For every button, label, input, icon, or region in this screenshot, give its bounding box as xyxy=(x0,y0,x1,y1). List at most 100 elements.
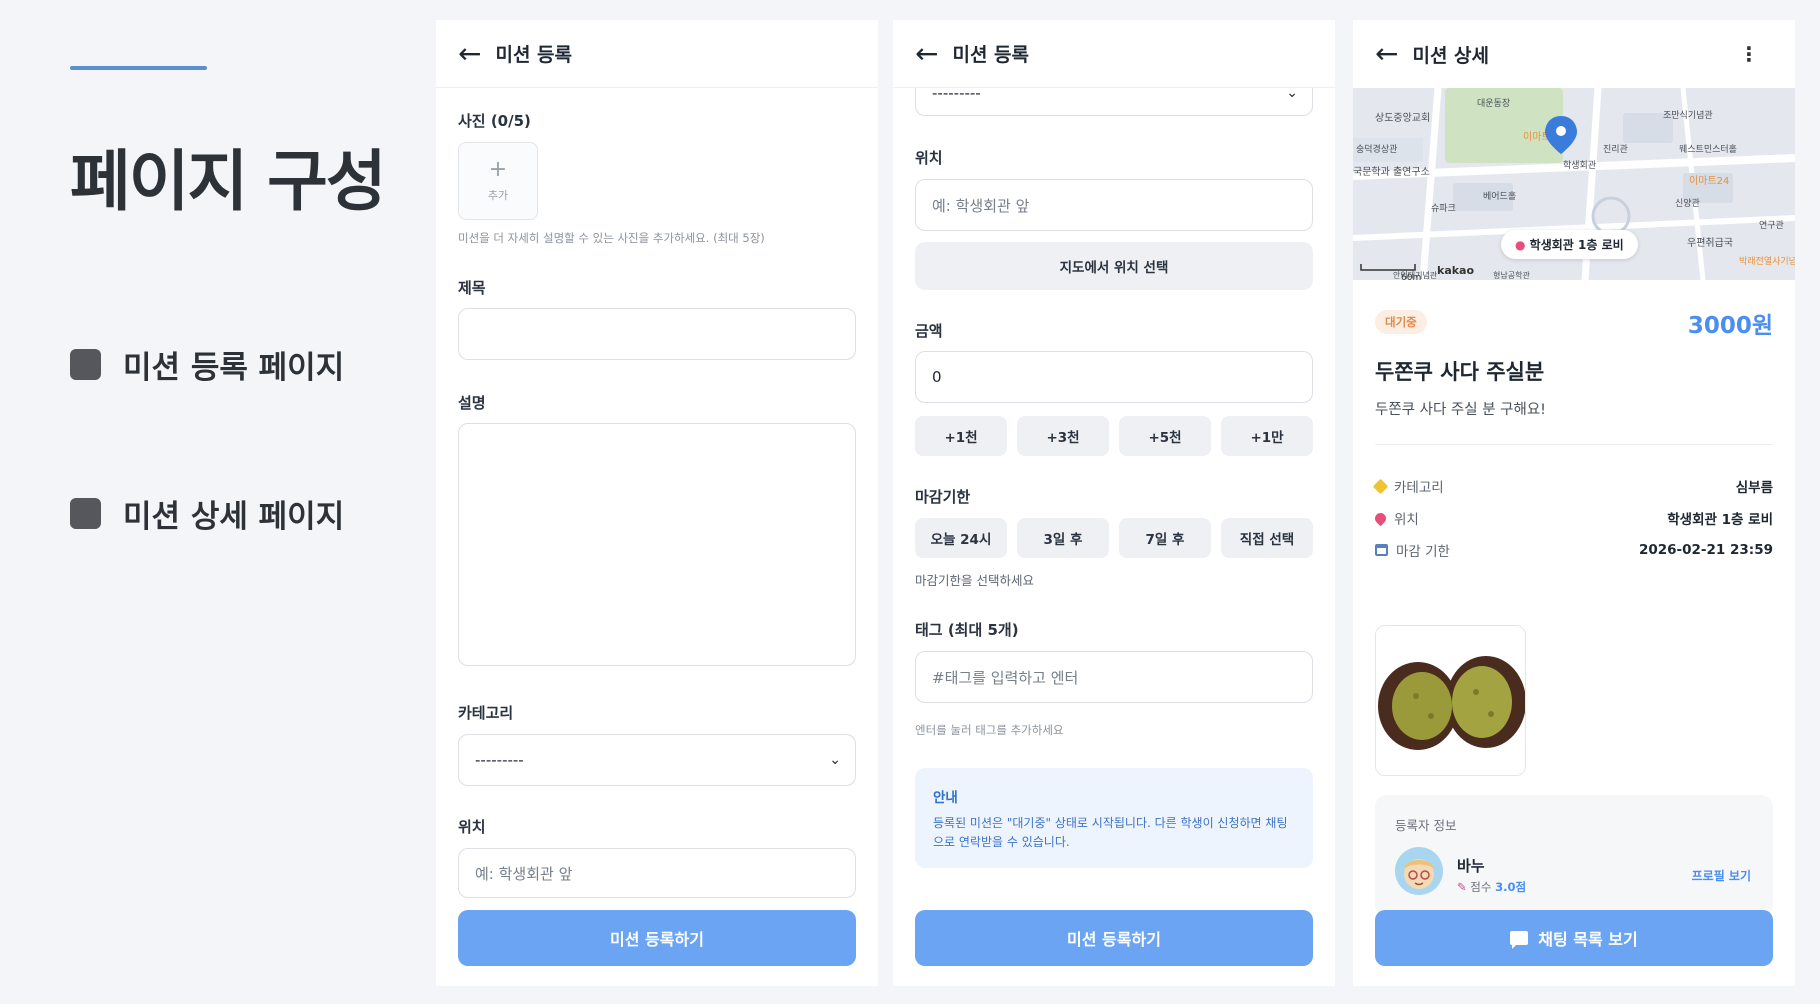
register-screen-top: ← 미션 등록 사진 (0/5) + 추가 미션을 더 자세히 설명할 수 있는… xyxy=(436,20,878,986)
accent-line xyxy=(70,66,207,70)
map-label: 슈파크 xyxy=(1431,203,1456,214)
bullet-square-icon xyxy=(70,498,101,529)
amount-chip-row: +1천 +3천 +5천 +1만 xyxy=(915,416,1313,456)
author-heading: 등록자 정보 xyxy=(1395,818,1457,833)
amount-chip[interactable]: +1천 xyxy=(915,416,1007,456)
view-chat-list-label: 채팅 목록 보기 xyxy=(1538,930,1638,949)
page-title: 미션 등록 xyxy=(952,44,1030,66)
author-score: ✎ 점수 3.0점 xyxy=(1457,879,1526,895)
avatar[interactable] xyxy=(1395,847,1443,895)
amount-chip[interactable]: +3천 xyxy=(1017,416,1109,456)
mission-photo-thumbnail[interactable] xyxy=(1375,625,1526,776)
notice-title: 안내 xyxy=(933,790,958,806)
bullet-register-page: 미션 등록 페이지 xyxy=(70,342,344,387)
tags-input[interactable]: #태그를 입력하고 엔터 xyxy=(915,651,1313,703)
location-map[interactable]: 상도중앙교회 대운동장 조만식기념관 숭덕경상관 이마트 진리관 웨스트민스터홀… xyxy=(1353,88,1795,280)
location-input[interactable]: 예: 학생회관 앞 xyxy=(915,179,1313,231)
plus-icon: + xyxy=(488,157,508,182)
location-pin-icon: ● xyxy=(1515,238,1526,252)
mission-title: 두쫀쿠 사다 주실분 xyxy=(1375,360,1545,384)
location-pin-icon xyxy=(1372,510,1389,526)
back-arrow-icon[interactable]: ← xyxy=(915,39,938,68)
info-value: 학생회관 1층 로비 xyxy=(1667,512,1773,528)
submit-mission-button[interactable]: 미션 등록하기 xyxy=(458,910,856,966)
page-title: 미션 상세 xyxy=(1412,44,1490,67)
app-header: ← 미션 상세 ⋮ xyxy=(1353,20,1795,88)
deadline-chip[interactable]: 직접 선택 xyxy=(1221,518,1313,558)
map-label: 웨스트민스터홀 xyxy=(1679,143,1737,155)
info-key: 마감 기한 xyxy=(1396,544,1450,560)
title-input[interactable] xyxy=(458,308,856,360)
score-pencil-icon: ✎ xyxy=(1457,880,1467,894)
mission-description: 두쫀쿠 사다 주실 분 구해요! xyxy=(1375,402,1546,418)
select-on-map-button[interactable]: 지도에서 위치 선택 xyxy=(915,242,1313,290)
amount-chip[interactable]: +5천 xyxy=(1119,416,1211,456)
title-label: 제목 xyxy=(458,279,486,297)
map-brand-logo: kakao xyxy=(1437,264,1474,277)
map-label: 국문학과 출연구소 xyxy=(1353,166,1430,178)
author-info-card: 등록자 정보 바누 ✎ 점수 3.0점 프로필 보기 xyxy=(1375,795,1773,917)
notice-body: 등록된 미션은 "대기중" 상태로 시작됩니다. 다른 학생이 신청하면 채팅으… xyxy=(933,816,1288,849)
app-header: ← 미션 등록 xyxy=(893,20,1335,88)
photo-label: 사진 (0/5) xyxy=(458,112,531,130)
mission-price: 3000원 xyxy=(1687,313,1773,339)
app-header: ← 미션 등록 xyxy=(436,20,878,88)
map-label: 형남공학관 xyxy=(1493,270,1530,280)
slide-title: 페이지 구성 xyxy=(70,143,387,220)
map-label: 연구관 xyxy=(1759,220,1784,231)
add-photo-label: 추가 xyxy=(487,189,509,202)
map-scale-label: 60m xyxy=(1401,273,1421,280)
tags-helper-text: 엔터를 눌러 태그를 추가하세요 xyxy=(915,723,1064,737)
view-profile-link[interactable]: 프로필 보기 xyxy=(1692,867,1751,884)
map-label: 베어드홀 xyxy=(1483,190,1516,202)
map-label: 박래전열사기념비 xyxy=(1739,256,1795,267)
view-chat-list-button[interactable]: 채팅 목록 보기 xyxy=(1375,910,1773,966)
category-label: 카테고리 xyxy=(458,704,514,722)
map-label: 우편취급국 xyxy=(1687,237,1733,249)
register-screen-bottom: --------- ⌄ ← 미션 등록 위치 예: 학생회관 앞 지도에서 위치… xyxy=(893,20,1335,986)
deadline-chip[interactable]: 3일 후 xyxy=(1017,518,1109,558)
author-name: 바누 xyxy=(1457,857,1485,875)
submit-mission-button[interactable]: 미션 등록하기 xyxy=(915,910,1313,966)
amount-chip[interactable]: +1만 xyxy=(1221,416,1313,456)
location-label: 위치 xyxy=(915,149,943,167)
description-textarea[interactable] xyxy=(458,423,856,666)
back-arrow-icon[interactable]: ← xyxy=(1375,40,1398,68)
bullet-detail-page: 미션 상세 페이지 xyxy=(70,491,344,536)
info-key: 카테고리 xyxy=(1394,480,1444,496)
category-select-value: --------- xyxy=(475,751,524,769)
map-callout: ● 학생회관 1층 로비 xyxy=(1501,230,1638,259)
tags-label: 태그 (최대 5개) xyxy=(915,621,1019,639)
calendar-icon xyxy=(1375,544,1388,556)
bullet-label: 미션 상세 페이지 xyxy=(123,499,345,535)
chat-icon xyxy=(1510,931,1529,949)
back-arrow-icon[interactable]: ← xyxy=(458,39,481,68)
photo-helper-text: 미션을 더 자세히 설명할 수 있는 사진을 추가하세요. (최대 5장) xyxy=(458,231,765,245)
avatar-image xyxy=(1395,847,1443,895)
page-title: 미션 등록 xyxy=(495,44,573,66)
add-photo-button[interactable]: + 추가 xyxy=(458,142,538,220)
map-label: 상도중앙교회 xyxy=(1375,112,1430,124)
map-label: 조만식기념관 xyxy=(1663,110,1713,121)
more-options-icon[interactable]: ⋮ xyxy=(1739,42,1759,66)
description-label: 설명 xyxy=(458,394,486,412)
mission-detail-screen: ← 미션 상세 ⋮ 상도중앙교회 대운동장 조만식기념관 숭덕경상관 이마트 진… xyxy=(1353,20,1795,986)
tag-icon xyxy=(1372,478,1389,494)
info-key: 위치 xyxy=(1394,512,1419,528)
map-label: 이마트24 xyxy=(1689,175,1729,187)
author-score-value: 3.0점 xyxy=(1495,880,1527,894)
bullet-square-icon xyxy=(70,349,101,380)
amount-input[interactable]: 0 xyxy=(915,351,1313,403)
location-input[interactable]: 예: 학생회관 앞 xyxy=(458,848,856,898)
category-select[interactable]: --------- ⌄ xyxy=(458,734,856,786)
map-label: 숭덕경상관 xyxy=(1356,143,1397,155)
map-label: 신양관 xyxy=(1675,198,1700,209)
deadline-chip[interactable]: 오늘 24시 xyxy=(915,518,1007,558)
map-label: 진리관 xyxy=(1603,144,1628,155)
bullet-label: 미션 등록 페이지 xyxy=(123,350,345,386)
deadline-chip[interactable]: 7일 후 xyxy=(1119,518,1211,558)
amount-label: 금액 xyxy=(915,322,943,340)
divider xyxy=(1375,444,1773,445)
info-row-location: 위치 학생회관 1층 로비 xyxy=(1372,508,1773,528)
info-row-category: 카테고리 심부름 xyxy=(1372,476,1773,496)
